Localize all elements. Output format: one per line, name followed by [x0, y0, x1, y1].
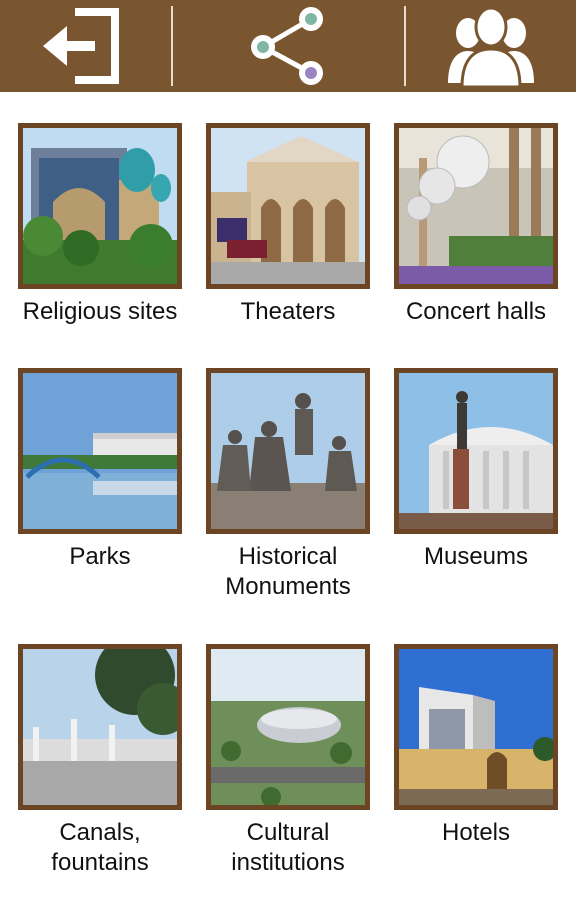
top-toolbar: [0, 0, 576, 92]
category-label: Historical Monuments: [225, 543, 351, 600]
category-label: Concert halls: [405, 298, 547, 325]
category-label: Religious sites: [22, 298, 178, 325]
cultural-photo: [206, 644, 370, 810]
category-label: Theaters: [240, 298, 336, 325]
museum-photo: [394, 368, 558, 534]
category-hotels[interactable]: Hotels: [394, 644, 558, 848]
category-label: Cultural institutions: [231, 819, 345, 876]
category-religious-sites[interactable]: Religious sites: [18, 123, 182, 327]
users-group-icon: [448, 6, 534, 89]
category-theaters[interactable]: Theaters: [206, 123, 370, 327]
toolbar-divider: [171, 6, 173, 86]
share-icon: [251, 7, 323, 85]
category-historical-monuments[interactable]: Historical Monuments: [206, 368, 370, 602]
users-button[interactable]: [406, 0, 576, 92]
theater-photo: [206, 123, 370, 289]
monument-photo: [206, 368, 370, 534]
share-button[interactable]: [174, 0, 404, 92]
category-label: Parks: [69, 543, 131, 570]
exit-arrow-icon: [43, 8, 119, 84]
category-canals-fountains[interactable]: Canals, fountains: [18, 644, 182, 878]
fountain-photo: [18, 644, 182, 810]
category-cultural-institutions[interactable]: Cultural institutions: [206, 644, 370, 878]
concert-hall-photo: [394, 123, 558, 289]
category-label: Canals, fountains: [51, 819, 149, 876]
park-photo: [18, 368, 182, 534]
category-parks[interactable]: Parks: [18, 368, 182, 572]
category-concert-halls[interactable]: Concert halls: [394, 123, 558, 327]
mosque-photo: [18, 123, 182, 289]
category-label: Museums: [423, 543, 529, 570]
category-museums[interactable]: Museums: [394, 368, 558, 572]
exit-button[interactable]: [0, 0, 170, 92]
hotel-photo: [394, 644, 558, 810]
category-label: Hotels: [441, 819, 511, 846]
